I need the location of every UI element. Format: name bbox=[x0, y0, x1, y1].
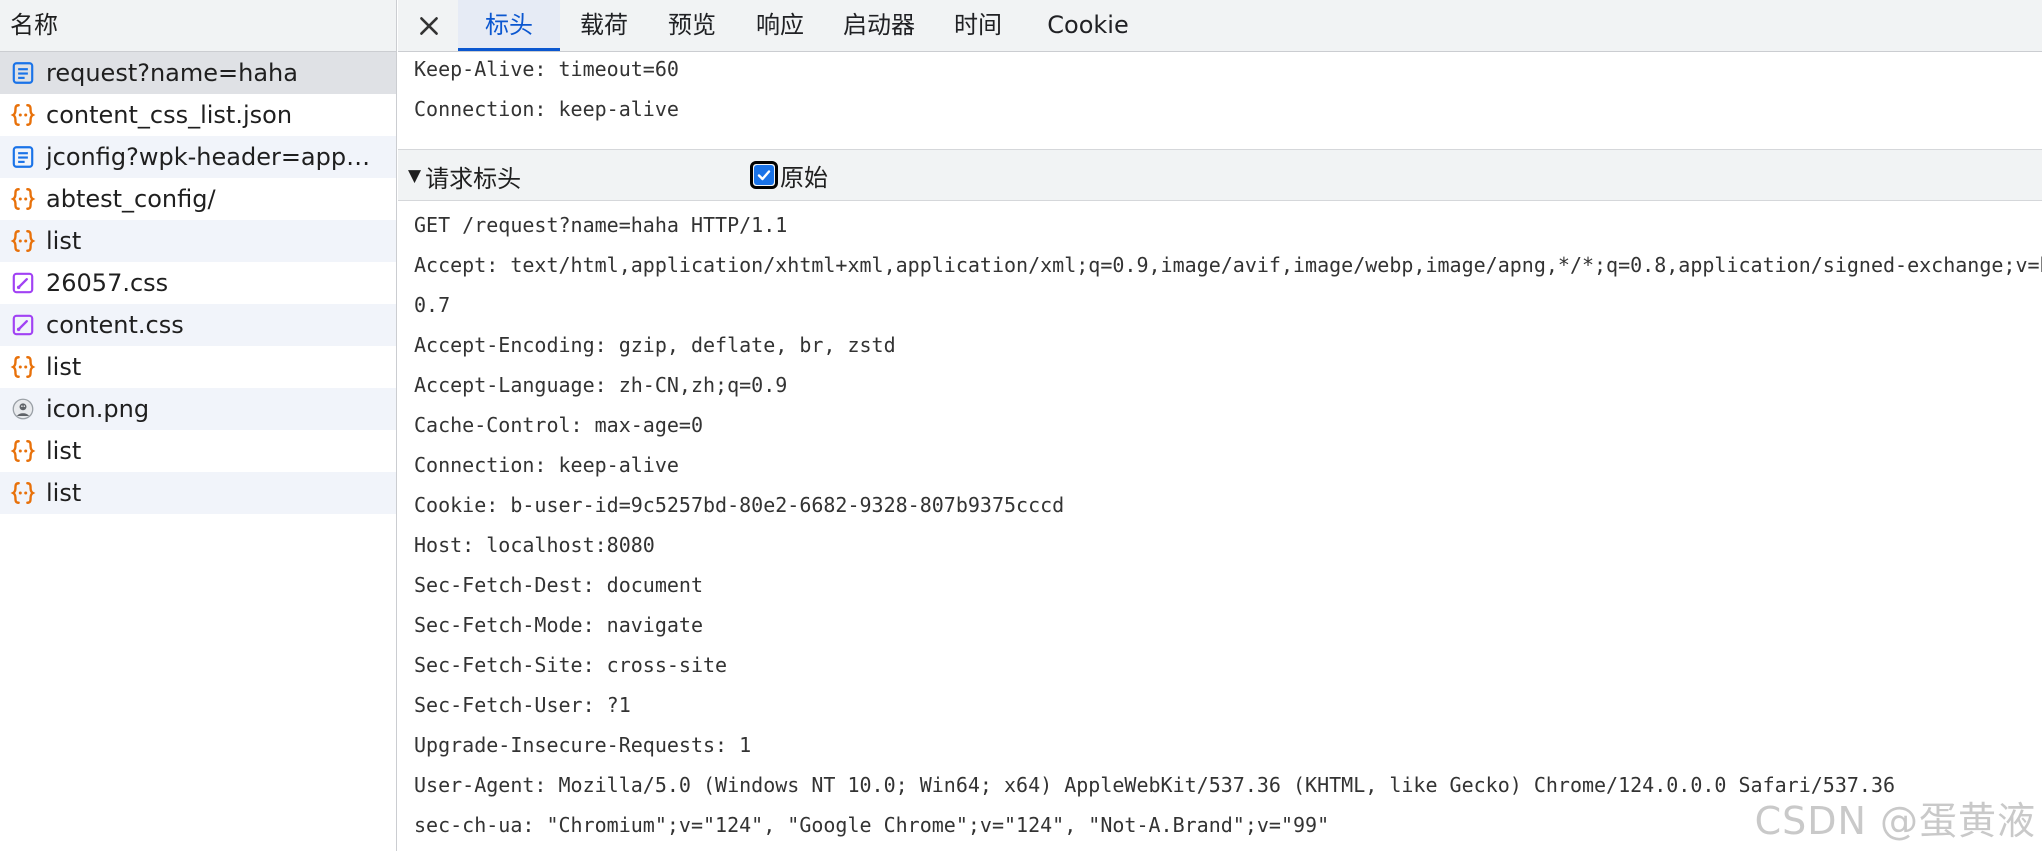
header-line: User-Agent: Mozilla/5.0 (Windows NT 10.0… bbox=[414, 773, 1896, 797]
close-details-button[interactable] bbox=[412, 9, 446, 43]
request-name: content_css_list.json bbox=[46, 101, 293, 129]
stylesheet-icon bbox=[10, 270, 36, 296]
request-row[interactable]: jconfig?wpk-header=app%3... bbox=[0, 136, 396, 178]
request-row[interactable]: icon.png bbox=[0, 388, 396, 430]
json-braces-icon bbox=[10, 102, 36, 128]
tab-cookies[interactable]: Cookie bbox=[1026, 0, 1150, 51]
header-line: 0.7 bbox=[414, 293, 451, 317]
section-title: 请求标头 bbox=[425, 164, 522, 193]
name-column-header[interactable]: 名称 bbox=[0, 0, 396, 52]
request-row[interactable]: list bbox=[0, 346, 396, 388]
request-row[interactable]: content.css bbox=[0, 304, 396, 346]
json-braces-icon bbox=[10, 480, 36, 506]
request-name: list bbox=[46, 353, 82, 381]
json-braces-icon bbox=[10, 438, 36, 464]
raw-checkbox-box[interactable] bbox=[750, 161, 778, 189]
header-line: Accept-Language: zh-CN,zh;q=0.9 bbox=[414, 373, 788, 397]
document-icon bbox=[10, 144, 36, 170]
request-name: content.css bbox=[46, 311, 184, 339]
details-tab-bar: 标头 载荷 预览 响应 启动器 时间 Cookie bbox=[398, 0, 2042, 52]
tab-preview[interactable]: 预览 bbox=[654, 0, 730, 51]
header-line: Keep-Alive: timeout=60 bbox=[414, 57, 679, 81]
json-braces-icon bbox=[10, 186, 36, 212]
json-braces-icon bbox=[10, 354, 36, 380]
request-name: 26057.css bbox=[46, 269, 169, 297]
request-row[interactable]: 26057.css bbox=[0, 262, 396, 304]
close-icon bbox=[420, 17, 438, 35]
request-row[interactable]: abtest_config/ bbox=[0, 178, 396, 220]
document-icon bbox=[10, 60, 36, 86]
request-name: list bbox=[46, 479, 82, 507]
triangle-down-icon: ▼ bbox=[408, 166, 422, 186]
tab-response[interactable]: 响应 bbox=[742, 0, 818, 51]
request-row[interactable]: list bbox=[0, 220, 396, 262]
request-name: jconfig?wpk-header=app%3... bbox=[46, 143, 396, 171]
tab-headers[interactable]: 标头 bbox=[458, 0, 560, 51]
header-line: Connection: keep-alive bbox=[414, 453, 679, 477]
checkmark-icon bbox=[754, 165, 774, 185]
header-line: Connection: keep-alive bbox=[414, 97, 679, 121]
request-name: abtest_config/ bbox=[46, 185, 216, 213]
request-name: list bbox=[46, 437, 82, 465]
header-line: Host: localhost:8080 bbox=[414, 533, 655, 557]
tab-payload[interactable]: 载荷 bbox=[566, 0, 642, 51]
watermark: CSDN @蛋黄液 bbox=[1754, 799, 2036, 843]
header-line: Accept: text/html,application/xhtml+xml,… bbox=[414, 253, 2042, 277]
header-line: Cookie: b-user-id=9c5257bd-80e2-6682-932… bbox=[414, 493, 1065, 517]
header-line: sec-ch-ua: "Chromium";v="124", "Google C… bbox=[414, 813, 1330, 837]
request-headers-section-header: ▼ 请求标头 原始 bbox=[398, 149, 2042, 201]
tab-timing[interactable]: 时间 bbox=[940, 0, 1016, 51]
header-line: Sec-Fetch-User: ?1 bbox=[414, 693, 631, 717]
raw-checkbox[interactable]: 原始 bbox=[750, 159, 828, 192]
request-list-panel: 名称 request?name=haha content_css_list.js… bbox=[0, 0, 397, 851]
request-row[interactable]: list bbox=[0, 472, 396, 514]
request-name: request?name=haha bbox=[46, 59, 298, 87]
request-name: list bbox=[46, 227, 82, 255]
header-line: Upgrade-Insecure-Requests: 1 bbox=[414, 733, 752, 757]
request-headers-toggle[interactable]: ▼ 请求标头 bbox=[408, 161, 522, 193]
stylesheet-icon bbox=[10, 312, 36, 338]
image-icon bbox=[10, 396, 36, 422]
request-row[interactable]: request?name=haha bbox=[0, 52, 396, 94]
tab-initiator[interactable]: 启动器 bbox=[829, 0, 929, 51]
headers-content: Keep-Alive: timeout=60 Connection: keep-… bbox=[398, 52, 2042, 851]
header-line: Sec-Fetch-Site: cross-site bbox=[414, 653, 728, 677]
header-line: Accept-Encoding: gzip, deflate, br, zstd bbox=[414, 333, 896, 357]
request-row[interactable]: content_css_list.json bbox=[0, 94, 396, 136]
request-details-panel: 标头 载荷 预览 响应 启动器 时间 Cookie Keep-Alive: ti… bbox=[398, 0, 2042, 851]
header-line: Sec-Fetch-Dest: document bbox=[414, 573, 703, 597]
request-row[interactable]: list bbox=[0, 430, 396, 472]
request-line: GET /request?name=haha HTTP/1.1 bbox=[414, 213, 788, 237]
json-braces-icon bbox=[10, 228, 36, 254]
header-line: Cache-Control: max-age=0 bbox=[414, 413, 703, 437]
raw-checkbox-label: 原始 bbox=[780, 163, 828, 192]
header-line: Sec-Fetch-Mode: navigate bbox=[414, 613, 703, 637]
request-name: icon.png bbox=[46, 395, 150, 423]
